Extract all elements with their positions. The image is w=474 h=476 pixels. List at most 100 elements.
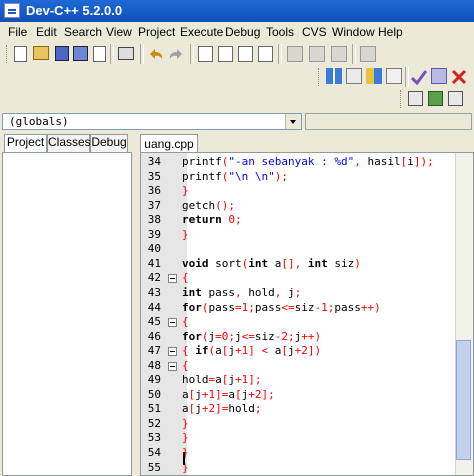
code-line[interactable]: return 0; bbox=[182, 213, 242, 226]
separator bbox=[405, 67, 409, 87]
line-number: 35 bbox=[147, 169, 161, 183]
separator bbox=[190, 44, 194, 64]
fold-toggle-icon[interactable] bbox=[168, 274, 177, 284]
code-line[interactable]: for(j=0;j<=siz-2;j++) bbox=[182, 330, 321, 343]
line-number: 34 bbox=[147, 155, 161, 168]
scope-combobox[interactable]: (globals) bbox=[2, 113, 302, 130]
fold-toggle-icon[interactable] bbox=[168, 318, 177, 328]
replace-icon[interactable] bbox=[218, 46, 233, 62]
code-line[interactable]: { bbox=[182, 359, 189, 372]
menu-edit[interactable]: Edit bbox=[36, 25, 57, 39]
save-all-icon[interactable] bbox=[73, 46, 88, 61]
tab-debug[interactable]: Debug bbox=[90, 134, 128, 152]
text-caret bbox=[183, 452, 185, 465]
code-line[interactable]: { if(a[j+1] < a[j+2]) bbox=[182, 344, 321, 357]
tab-classes[interactable]: Classes bbox=[47, 134, 91, 152]
toolbar-grip[interactable] bbox=[6, 45, 10, 63]
code-line[interactable]: { bbox=[182, 271, 189, 284]
menu-view[interactable]: View bbox=[106, 25, 132, 39]
print-icon[interactable] bbox=[118, 47, 134, 60]
project-options-icon[interactable] bbox=[360, 46, 376, 62]
add-to-project-icon[interactable] bbox=[309, 46, 325, 62]
debug-icon[interactable] bbox=[431, 68, 447, 84]
separator bbox=[352, 44, 356, 64]
project-browser-panel[interactable] bbox=[2, 152, 132, 476]
line-number: 50 bbox=[147, 387, 161, 401]
code-line[interactable]: for(pass=1;pass<=siz-1;pass++) bbox=[182, 301, 381, 314]
separator bbox=[140, 44, 144, 64]
code-line[interactable]: int pass, hold, j; bbox=[182, 286, 301, 299]
code-line[interactable]: printf("-an sebanyak : %d", hasil[i]); bbox=[182, 155, 434, 168]
code-line[interactable]: a[j+1]=a[j+2]; bbox=[182, 388, 275, 401]
menu-tools[interactable]: Tools bbox=[266, 25, 294, 39]
title-bar: Dev-C++ 5.2.0.0 bbox=[0, 0, 474, 22]
code-line[interactable]: printf("\n \n"); bbox=[182, 170, 288, 183]
line-number: 44 bbox=[147, 300, 161, 314]
menu-search[interactable]: Search bbox=[64, 25, 102, 39]
undo-icon[interactable] bbox=[148, 47, 164, 61]
code-line[interactable]: } bbox=[182, 431, 189, 444]
stop-execution-icon[interactable] bbox=[451, 69, 467, 85]
line-number: 54 bbox=[147, 446, 161, 459]
code-line[interactable]: } bbox=[182, 184, 189, 197]
rebuild-all-icon[interactable] bbox=[386, 68, 402, 84]
remove-from-project-icon[interactable] bbox=[331, 46, 347, 62]
code-line[interactable]: getch(); bbox=[182, 199, 235, 212]
scrollbar-thumb[interactable] bbox=[456, 340, 471, 460]
line-number: 37 bbox=[147, 198, 161, 212]
new-file-icon[interactable] bbox=[14, 46, 27, 62]
code-line[interactable]: a[j+2]=hold; bbox=[182, 402, 262, 415]
scope-value: (globals) bbox=[9, 115, 69, 128]
menu-file[interactable]: File bbox=[8, 25, 27, 39]
app-icon bbox=[4, 3, 20, 18]
project-icon[interactable] bbox=[287, 46, 303, 62]
goto-line-icon[interactable] bbox=[258, 46, 273, 62]
code-line[interactable]: } bbox=[182, 228, 189, 241]
find-icon[interactable] bbox=[198, 46, 213, 62]
line-number: 39 bbox=[147, 227, 161, 241]
menu-cvs[interactable]: CVS bbox=[302, 25, 327, 39]
separator bbox=[110, 44, 114, 64]
menu-help[interactable]: Help bbox=[378, 25, 403, 39]
tab-project[interactable]: Project bbox=[4, 134, 47, 153]
run-icon[interactable] bbox=[346, 68, 362, 84]
import-icon[interactable] bbox=[428, 91, 443, 106]
menu-window[interactable]: Window bbox=[332, 25, 375, 39]
fold-toggle-icon[interactable] bbox=[168, 347, 177, 357]
line-number: 43 bbox=[147, 285, 161, 299]
find-next-icon[interactable] bbox=[238, 46, 253, 62]
code-line[interactable]: { bbox=[182, 315, 189, 328]
compile-run-icon[interactable] bbox=[366, 68, 382, 84]
file-tab[interactable]: uang.cpp bbox=[140, 134, 198, 152]
line-number: 49 bbox=[147, 373, 161, 387]
menu-execute[interactable]: Execute bbox=[180, 25, 223, 39]
toolbar-grip[interactable] bbox=[400, 90, 404, 108]
line-number: 45 bbox=[147, 315, 161, 329]
line-number: 55 bbox=[147, 460, 161, 474]
check-icon[interactable] bbox=[411, 69, 427, 85]
redo-icon[interactable] bbox=[168, 47, 184, 61]
toolbar-compile bbox=[0, 66, 474, 88]
toolbar-grip[interactable] bbox=[318, 68, 322, 86]
code-line[interactable]: } bbox=[182, 417, 189, 430]
open-folder-icon[interactable] bbox=[33, 46, 49, 60]
line-number: 51 bbox=[147, 402, 161, 416]
toolbar-main bbox=[0, 42, 474, 66]
code-line[interactable]: hold=a[j+1]; bbox=[182, 373, 262, 386]
menu-project[interactable]: Project bbox=[138, 25, 175, 39]
function-combobox[interactable] bbox=[305, 113, 472, 130]
chevron-down-icon[interactable] bbox=[285, 114, 301, 129]
save-icon[interactable] bbox=[55, 46, 69, 61]
new-project-icon[interactable] bbox=[408, 91, 423, 106]
export-icon[interactable] bbox=[448, 91, 463, 106]
close-file-icon[interactable] bbox=[93, 46, 106, 62]
line-number: 41 bbox=[147, 256, 161, 270]
compile-icon[interactable] bbox=[326, 68, 342, 84]
fold-toggle-icon[interactable] bbox=[168, 361, 177, 371]
line-number: 42 bbox=[147, 271, 161, 285]
menu-debug[interactable]: Debug bbox=[225, 25, 260, 39]
line-number: 48 bbox=[147, 358, 161, 372]
line-number: 47 bbox=[147, 344, 161, 358]
code-line[interactable]: void sort(int a[], int siz) bbox=[182, 257, 361, 270]
line-number: 46 bbox=[147, 329, 161, 343]
